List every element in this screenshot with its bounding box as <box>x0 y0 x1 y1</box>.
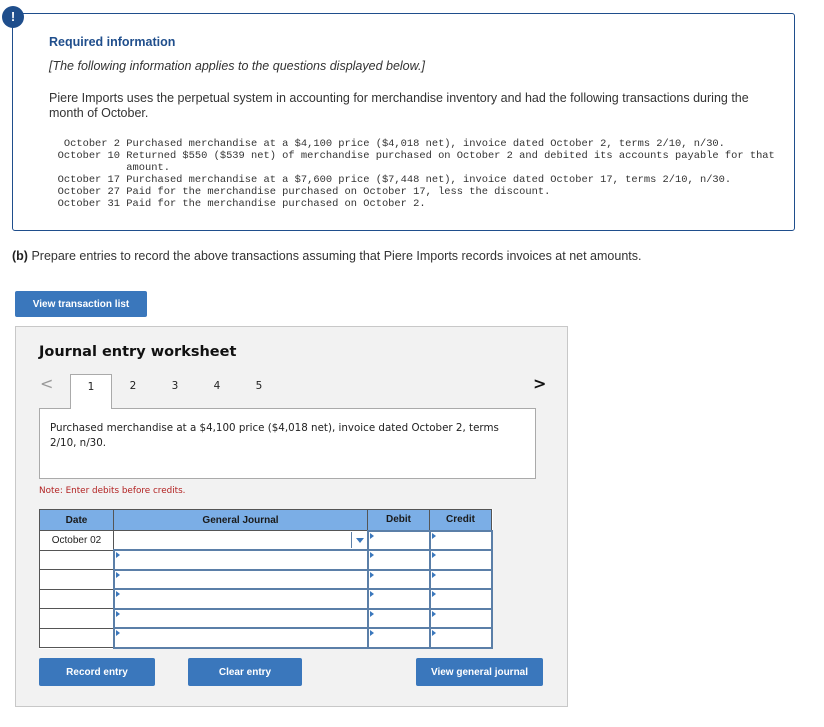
tab-1[interactable]: 1 <box>70 374 112 409</box>
record-entry-button[interactable]: Record entry <box>39 658 155 686</box>
clear-entry-button[interactable]: Clear entry <box>188 658 302 686</box>
input-marker-icon <box>369 552 374 558</box>
input-marker-icon <box>115 591 120 597</box>
required-information-title: Required information <box>49 35 176 49</box>
debit-input[interactable] <box>366 549 431 571</box>
transaction-date: October 31 <box>57 198 120 210</box>
account-select[interactable] <box>112 588 369 610</box>
input-marker-icon <box>431 591 436 597</box>
problem-description: Piere Imports uses the perpetual system … <box>49 91 749 120</box>
part-b-instruction: (b) Prepare entries to record the above … <box>12 249 641 263</box>
transaction-item: October 2 Purchased merchandise at a $4,1… <box>48 138 810 150</box>
transaction-date: October 10 <box>57 150 120 162</box>
transaction-text: Paid for the merchandise purchased on Oc… <box>126 198 426 210</box>
credit-input[interactable] <box>428 588 493 610</box>
journal-header-row: Date General Journal Debit Credit <box>39 509 492 531</box>
input-marker-icon <box>369 591 374 597</box>
transaction-item: October 27 Paid for the merchandise purch… <box>48 186 810 198</box>
input-marker-icon <box>431 571 436 578</box>
input-marker-icon <box>369 571 374 578</box>
table-row <box>39 588 493 610</box>
date-cell[interactable]: October 02 <box>39 530 114 551</box>
account-select[interactable] <box>112 568 369 590</box>
debit-input[interactable] <box>366 588 431 610</box>
tab-3[interactable]: 3 <box>154 374 196 408</box>
debits-note: Note: Enter debits before credits. <box>39 486 186 496</box>
transaction-date: October 2 <box>63 138 120 150</box>
worksheet-title: Journal entry worksheet <box>39 344 237 360</box>
table-row <box>39 568 493 590</box>
transaction-item: October 17 Purchased merchandise at a $7,… <box>48 174 810 186</box>
account-select[interactable] <box>112 607 369 629</box>
credit-input[interactable] <box>428 627 493 649</box>
transaction-text: Returned $550 ($539 net) of merchandise … <box>126 150 782 174</box>
chevron-right-icon[interactable]: > <box>533 374 546 393</box>
alert-icon: ! <box>2 6 24 28</box>
credit-header: Credit <box>429 509 492 531</box>
input-marker-icon <box>115 610 120 617</box>
credit-input[interactable] <box>428 568 493 590</box>
required-information-panel: Required information [The following info… <box>12 13 795 231</box>
table-row: October 02 <box>39 529 493 551</box>
input-marker-icon <box>431 630 436 636</box>
input-marker-icon <box>369 630 374 636</box>
input-marker-icon <box>431 610 436 617</box>
required-information-subtitle: [The following information applies to th… <box>49 59 425 73</box>
credit-input[interactable] <box>428 529 493 551</box>
journal-entry-worksheet: Journal entry worksheet < 1 2 3 4 5 > Pu… <box>15 326 568 707</box>
transaction-text: Purchased merchandise at a $4,100 price … <box>126 138 725 150</box>
account-select[interactable] <box>112 627 369 649</box>
transaction-item: October 10 Returned $550 ($539 net) of me… <box>48 150 810 174</box>
date-cell[interactable] <box>39 608 114 629</box>
input-marker-icon <box>431 532 436 539</box>
debit-input[interactable] <box>366 529 431 551</box>
chevron-left-icon[interactable]: < <box>40 374 53 393</box>
input-marker-icon <box>431 552 436 558</box>
account-select[interactable] <box>113 530 368 551</box>
debit-input[interactable] <box>366 568 431 590</box>
table-row <box>39 627 493 649</box>
input-marker-icon <box>115 571 120 578</box>
transaction-date: October 17 <box>57 174 120 186</box>
dropdown-arrow-icon[interactable] <box>350 532 367 548</box>
date-cell[interactable] <box>39 549 114 570</box>
credit-input[interactable] <box>428 607 493 629</box>
transaction-description: Purchased merchandise at a $4,100 price … <box>39 408 536 479</box>
tab-4[interactable]: 4 <box>196 374 238 408</box>
input-marker-icon <box>115 552 120 558</box>
table-row <box>39 549 493 571</box>
date-cell[interactable] <box>39 627 114 648</box>
debit-input[interactable] <box>366 627 431 649</box>
table-row <box>39 607 493 629</box>
account-select[interactable] <box>112 549 369 571</box>
input-marker-icon <box>369 532 374 539</box>
part-b-text: Prepare entries to record the above tran… <box>27 249 642 263</box>
date-header: Date <box>39 509 114 531</box>
tab-5[interactable]: 5 <box>238 374 280 408</box>
general-journal-header: General Journal <box>113 509 368 531</box>
view-transaction-list-button[interactable]: View transaction list <box>15 291 147 317</box>
date-cell[interactable] <box>39 569 114 590</box>
transaction-list: October 2 Purchased merchandise at a $4,1… <box>48 138 810 210</box>
transaction-text: Purchased merchandise at a $7,600 price … <box>126 174 732 186</box>
input-marker-icon <box>369 610 374 617</box>
credit-input[interactable] <box>428 549 493 571</box>
transaction-item: October 31 Paid for the merchandise purch… <box>48 198 810 210</box>
transaction-date: October 27 <box>57 186 120 198</box>
journal-table: Date General Journal Debit Credit Octobe… <box>39 509 493 649</box>
debit-header: Debit <box>367 509 430 531</box>
input-marker-icon <box>115 630 120 636</box>
view-general-journal-button[interactable]: View general journal <box>416 658 543 686</box>
part-b-label: (b) <box>12 249 28 263</box>
transaction-text: Paid for the merchandise purchased on Oc… <box>126 186 551 198</box>
date-cell[interactable] <box>39 588 114 609</box>
tab-2[interactable]: 2 <box>112 374 154 408</box>
debit-input[interactable] <box>366 607 431 629</box>
